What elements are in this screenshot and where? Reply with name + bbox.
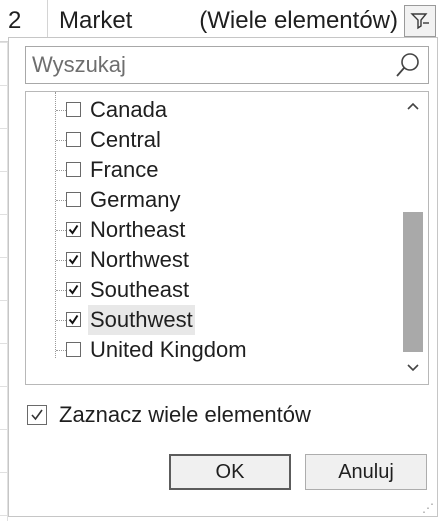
ok-button[interactable]: OK xyxy=(169,454,291,490)
gridline xyxy=(0,128,8,129)
tree-connector xyxy=(56,320,66,321)
list-item[interactable]: Canada xyxy=(26,95,398,125)
tree-connector xyxy=(56,350,66,351)
list-item-label: United Kingdom xyxy=(90,337,247,362)
scroll-thumb[interactable] xyxy=(403,212,423,352)
filter-dropdown-panel: Canada Central France Germany Northeast North… xyxy=(8,37,438,517)
filter-dropdown-button[interactable] xyxy=(404,5,436,37)
item-checkbox[interactable] xyxy=(66,252,81,267)
item-checkbox[interactable] xyxy=(66,222,81,237)
pivot-filter-header: 2 Market (Wiele elementów) xyxy=(0,0,438,42)
tree-connector xyxy=(56,230,66,231)
list-item-label: Southwest xyxy=(88,305,195,335)
tree-connector xyxy=(56,290,66,291)
tree-connector xyxy=(56,260,66,261)
list-item[interactable]: Northeast xyxy=(26,215,398,245)
checkmark-icon xyxy=(68,284,79,295)
checkmark-icon xyxy=(68,224,79,235)
list-item-label: Southeast xyxy=(90,277,190,302)
chevron-down-icon xyxy=(407,364,419,372)
list-item[interactable]: Southwest xyxy=(26,305,398,335)
multi-select-label: Zaznacz wiele elementów xyxy=(59,402,311,427)
field-label: Market xyxy=(59,7,133,34)
tree-connector xyxy=(56,170,66,171)
list-item[interactable]: Northwest xyxy=(26,245,398,275)
item-checkbox[interactable] xyxy=(66,102,81,117)
gridline xyxy=(0,343,8,344)
item-checkbox[interactable] xyxy=(66,282,81,297)
search-box xyxy=(25,46,429,84)
checkmark-icon xyxy=(31,409,43,421)
list-item[interactable]: Southeast xyxy=(26,275,398,305)
scroll-up-button[interactable] xyxy=(398,92,428,122)
tree-connector xyxy=(56,200,66,201)
list-item-label: France xyxy=(90,157,159,182)
list-item-label: Germany xyxy=(90,187,181,212)
item-checkbox[interactable] xyxy=(66,192,81,207)
checkmark-icon xyxy=(68,254,79,265)
list-item-label: Central xyxy=(90,127,161,152)
sheet-gridlines xyxy=(0,42,8,521)
chevron-up-icon xyxy=(407,102,419,110)
resize-grip-icon[interactable]: ⋰ xyxy=(422,502,434,514)
list-item[interactable]: United Kingdom xyxy=(26,335,398,365)
list-item[interactable]: France xyxy=(26,155,398,185)
gridline xyxy=(0,85,8,86)
item-checkbox[interactable] xyxy=(66,132,81,147)
filter-icon xyxy=(410,13,429,30)
list-scrollbar[interactable] xyxy=(398,92,428,384)
gridline xyxy=(0,257,8,258)
item-checkbox[interactable] xyxy=(66,312,81,327)
list-item-label: Northwest xyxy=(90,247,190,272)
item-list: Canada Central France Germany Northeast North… xyxy=(25,91,429,385)
cancel-button[interactable]: Anuluj xyxy=(305,454,427,490)
checkmark-icon xyxy=(68,314,79,325)
item-checkbox[interactable] xyxy=(66,342,81,357)
gridline xyxy=(0,386,8,387)
tree-connector xyxy=(56,110,66,111)
item-checkbox[interactable] xyxy=(66,162,81,177)
tree-connector xyxy=(56,140,66,141)
gridline xyxy=(0,42,8,43)
list-item-label: Northeast xyxy=(90,217,186,242)
field-value: (Wiele elementów) xyxy=(199,7,398,34)
gridline xyxy=(0,214,8,215)
list-item[interactable]: Germany xyxy=(26,185,398,215)
list-item[interactable]: Central xyxy=(26,125,398,155)
gridline xyxy=(0,171,8,172)
row-number: 2 xyxy=(0,0,48,42)
multi-select-option[interactable]: Zaznacz wiele elementów xyxy=(25,400,429,430)
multi-select-checkbox[interactable] xyxy=(27,405,47,425)
scroll-down-button[interactable] xyxy=(398,354,428,384)
gridline xyxy=(0,515,8,516)
search-input[interactable] xyxy=(26,47,386,83)
gridline xyxy=(0,472,8,473)
gridline xyxy=(0,300,8,301)
list-item-label: Canada xyxy=(90,97,168,122)
gridline xyxy=(0,429,8,430)
search-icon xyxy=(396,53,419,77)
